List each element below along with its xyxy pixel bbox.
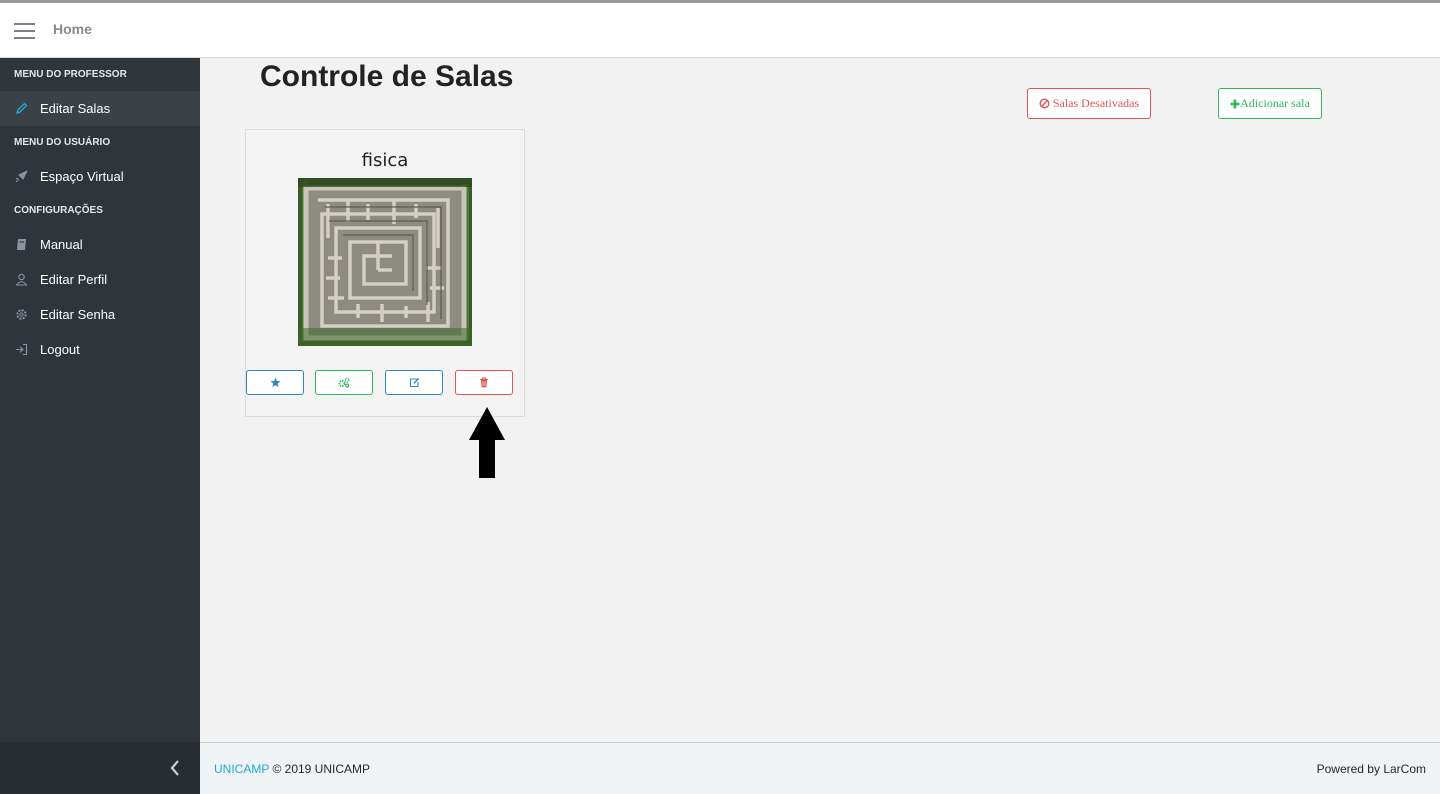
- sidebar-footer: [0, 742, 200, 794]
- rocket-icon: [14, 170, 28, 184]
- footer: UNICAMP © 2019 UNICAMP Powered by LarCom: [200, 742, 1440, 794]
- sidebar-item-editar-perfil[interactable]: Editar Perfil: [0, 262, 200, 297]
- plus-icon: [1230, 99, 1240, 108]
- menu-toggle-icon[interactable]: [14, 23, 35, 40]
- page-title: Controle de Salas: [260, 60, 514, 93]
- add-room-button[interactable]: Adicionar sala: [1218, 88, 1322, 119]
- sidebar-item-label: Logout: [40, 342, 80, 357]
- sidebar-item-label: Manual: [40, 237, 83, 252]
- delete-room-button[interactable]: [455, 370, 513, 395]
- sidebar-item-logout[interactable]: Logout: [0, 332, 200, 367]
- pencil-icon: [14, 102, 28, 116]
- room-name: fisica: [361, 150, 409, 171]
- sidebar-item-label: Espaço Virtual: [40, 169, 124, 184]
- gears-icon: [338, 377, 350, 388]
- favorite-room-button[interactable]: [246, 370, 304, 395]
- sidebar-item-label: Editar Senha: [40, 307, 116, 322]
- book-icon: [14, 238, 28, 252]
- add-room-label: Adicionar sala: [1240, 96, 1310, 110]
- sidebar-item-editar-senha[interactable]: Editar Senha: [0, 297, 200, 332]
- room-card: fisica: [245, 129, 525, 417]
- ban-icon: [1039, 98, 1050, 109]
- footer-copyright: © 2019 UNICAMP: [272, 762, 371, 776]
- footer-left: UNICAMP © 2019 UNICAMP: [214, 762, 370, 776]
- footer-powered-by: Powered by LarCom: [1316, 762, 1426, 776]
- sidebar-item-espaco-virtual[interactable]: Espaço Virtual: [0, 159, 200, 194]
- footer-brand-link[interactable]: UNICAMP: [214, 762, 269, 776]
- home-link[interactable]: Home: [53, 21, 92, 37]
- gear-icon: [14, 308, 28, 322]
- sidebar: MENU DO PROFESSOR Editar Salas MENU DO U…: [0, 58, 200, 742]
- sidebar-item-editar-salas[interactable]: Editar Salas: [0, 91, 200, 126]
- disabled-rooms-button[interactable]: Salas Desativadas: [1027, 88, 1151, 119]
- edit-room-button[interactable]: [385, 370, 443, 395]
- top-header: Home: [0, 0, 1440, 58]
- nav-title-usuario: MENU DO USUÁRIO: [14, 137, 111, 148]
- sidebar-item-label: Editar Salas: [40, 101, 111, 116]
- arrow-up-icon: [469, 407, 505, 478]
- sidebar-item-manual[interactable]: Manual: [0, 227, 200, 262]
- disabled-rooms-label: Salas Desativadas: [1052, 96, 1140, 110]
- logout-icon: [14, 343, 28, 357]
- nav-title-configuracoes: CONFIGURAÇÕES: [14, 205, 103, 216]
- room-settings-button[interactable]: [315, 370, 373, 395]
- maze-image[interactable]: [298, 178, 472, 346]
- sidebar-item-label: Editar Perfil: [40, 272, 108, 287]
- nav-title-professor: MENU DO PROFESSOR: [14, 69, 127, 80]
- star-icon: [270, 377, 280, 388]
- edit-icon: [409, 378, 419, 388]
- sidebar-minimizer-chevron-left-icon[interactable]: [166, 756, 184, 780]
- user-icon: [14, 273, 28, 287]
- trash-icon: [480, 377, 488, 388]
